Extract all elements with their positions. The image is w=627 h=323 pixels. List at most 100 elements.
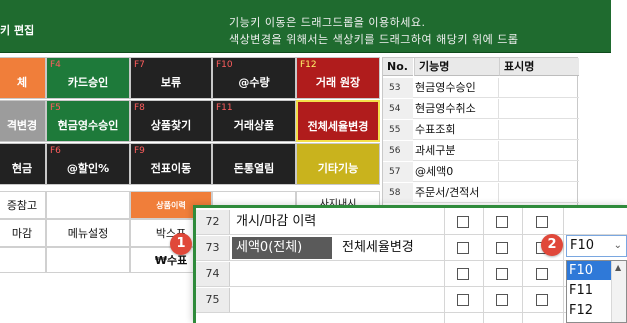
fkey-text: 전표이동: [150, 162, 192, 175]
fkey-button-hold[interactable]: F7 보류: [130, 57, 212, 99]
fkey-label: F12: [300, 60, 317, 70]
table-row-72[interactable]: 72 개시/마감 이력: [196, 210, 627, 235]
checkbox[interactable]: [457, 294, 469, 306]
checkbox[interactable]: [457, 268, 469, 280]
row-number: 72: [196, 210, 230, 234]
fkey-button-other[interactable]: 기타기능: [296, 143, 380, 185]
extra-key-menu-settings[interactable]: 메뉴설정: [46, 219, 130, 247]
extra-key-close[interactable]: 마감: [0, 219, 46, 247]
checkbox[interactable]: [457, 216, 469, 228]
list-item[interactable]: 55 수표조회: [383, 120, 579, 140]
function-name-cell-selected[interactable]: 세액0(전체): [232, 237, 332, 259]
fkey-button-cash-receipt[interactable]: F5 현금영수승인: [46, 100, 130, 142]
fkey-button-product-search[interactable]: F8 상품찾기: [130, 100, 212, 142]
fkey-text: 카드승인: [67, 76, 109, 89]
option-f12[interactable]: F12: [567, 301, 611, 320]
fkey-label: F6: [50, 146, 61, 156]
column-header-no: No.: [383, 58, 413, 76]
display-name-cell[interactable]: [336, 211, 444, 233]
scroll-up-icon[interactable]: ▲: [615, 263, 621, 272]
function-key-list: No. 기능명 표시명 53 현금영수승인 54 현금영수취소 55 수표조회 …: [382, 57, 579, 207]
step-badge-2: 2: [541, 234, 563, 256]
extra-key-empty[interactable]: [46, 247, 130, 273]
row-number: 58: [383, 183, 413, 203]
checkbox[interactable]: [496, 268, 508, 280]
chevron-down-icon: ⌄: [613, 240, 622, 251]
extra-key-empty[interactable]: [46, 191, 130, 219]
fkey-text: 보류: [160, 76, 182, 89]
list-item[interactable]: 57 @세액0: [383, 162, 579, 182]
fkey-button-cash[interactable]: 현금: [0, 143, 46, 185]
zoom-callout-panel: 72 개시/마감 이력 73 세액0(전체) 전체세율변경 74 75: [193, 205, 627, 323]
hint-text-drag: 기능키 이동은 드래그드롭을 이용하세요.: [229, 16, 426, 29]
checkbox[interactable]: [536, 268, 548, 280]
hint-text-color: 색상변경을 위해서는 색상키를 드래그하여 해당키 위에 드롭: [229, 33, 519, 46]
row-number: 55: [383, 120, 413, 140]
fkey-text: 상품찾기: [150, 119, 192, 132]
fkey-button-quantity[interactable]: F10 @수량: [212, 57, 296, 99]
function-name-cell[interactable]: [232, 289, 332, 311]
fkey-text: @수량: [238, 76, 270, 89]
fkey-button-discount[interactable]: F6 @할인%: [46, 143, 130, 185]
fkey-text: @할인%: [66, 162, 110, 175]
fkey-button-tax-change[interactable]: 전체세율변경: [296, 100, 380, 142]
fkey-button-slip-move[interactable]: F9 전표이동: [130, 143, 212, 185]
fkey-label: F10: [216, 60, 233, 70]
step-badge-1: 1: [170, 233, 192, 255]
function-key-options: F10 F11 F12 ▲: [566, 260, 627, 323]
row-number: 53: [383, 78, 413, 98]
option-f10[interactable]: F10: [567, 261, 611, 280]
checkbox[interactable]: [496, 294, 508, 306]
display-name-cell[interactable]: [336, 263, 444, 285]
fkey-button-1[interactable]: 체: [0, 57, 46, 99]
fkey-button-6[interactable]: 격변경: [0, 100, 46, 142]
list-item[interactable]: 53 현금영수승인: [383, 78, 579, 98]
row-number: 74: [196, 262, 230, 286]
checkbox[interactable]: [496, 242, 508, 254]
fkey-label: F8: [134, 103, 145, 113]
list-item[interactable]: 58 주문서/견적서: [383, 183, 579, 203]
function-name: 수표조회: [415, 120, 499, 140]
checkbox[interactable]: [536, 294, 548, 306]
fkey-label: F11: [216, 103, 233, 113]
fkey-button-ledger[interactable]: F12 거래 원장: [296, 57, 380, 99]
options-scrollbar[interactable]: ▲: [611, 261, 626, 322]
display-name-cell[interactable]: [336, 289, 444, 311]
checkbox[interactable]: [496, 216, 508, 228]
function-name-cell[interactable]: 개시/마감 이력: [232, 211, 332, 233]
fkey-label: F4: [50, 60, 61, 70]
fkey-text: 기타기능: [317, 162, 359, 175]
function-name-cell[interactable]: [232, 263, 332, 285]
select-value: F10: [570, 238, 595, 253]
fkey-text: 격변경: [6, 119, 38, 132]
table-row-74[interactable]: 74: [196, 262, 627, 287]
fkey-button-cash-drawer[interactable]: 돈통열림: [212, 143, 296, 185]
function-key-select[interactable]: F10 ⌄: [566, 235, 627, 257]
table-row-75[interactable]: 75: [196, 288, 627, 313]
window-title: 키 편집: [0, 24, 35, 37]
function-name: 현금영수취소: [415, 99, 499, 119]
fkey-button-trade-goods[interactable]: F11 거래상품: [212, 100, 296, 142]
checkbox[interactable]: [457, 242, 469, 254]
fkey-label: F5: [50, 103, 61, 113]
extra-key-receipt-ref[interactable]: 증참고: [0, 191, 46, 219]
checkbox[interactable]: [536, 216, 548, 228]
list-item[interactable]: 56 과세구분: [383, 141, 579, 161]
function-name: 주문서/견적서: [415, 183, 499, 203]
column-header-function: 기능명: [414, 58, 499, 76]
function-name: 현금영수승인: [415, 78, 499, 98]
fkey-text: 거래상품: [233, 119, 275, 132]
column-header-display: 표시명: [499, 58, 579, 76]
function-name: @세액0: [415, 162, 499, 182]
fkey-button-card-approve[interactable]: F4 카드승인: [46, 57, 130, 99]
function-name: 과세구분: [415, 141, 499, 161]
fkey-text: 전체세율변경: [307, 120, 369, 133]
list-item[interactable]: 54 현금영수취소: [383, 99, 579, 119]
fkey-label: F7: [134, 60, 145, 70]
row-number: 75: [196, 288, 230, 312]
extra-key-empty[interactable]: [0, 247, 46, 273]
display-name-cell[interactable]: 전체세율변경: [336, 237, 444, 259]
row-number: 56: [383, 141, 413, 161]
editor-header: 키 편집 기능키 이동은 드래그드롭을 이용하세요. 색상변경을 위해서는 색상…: [0, 0, 611, 53]
option-f11[interactable]: F11: [567, 281, 611, 300]
